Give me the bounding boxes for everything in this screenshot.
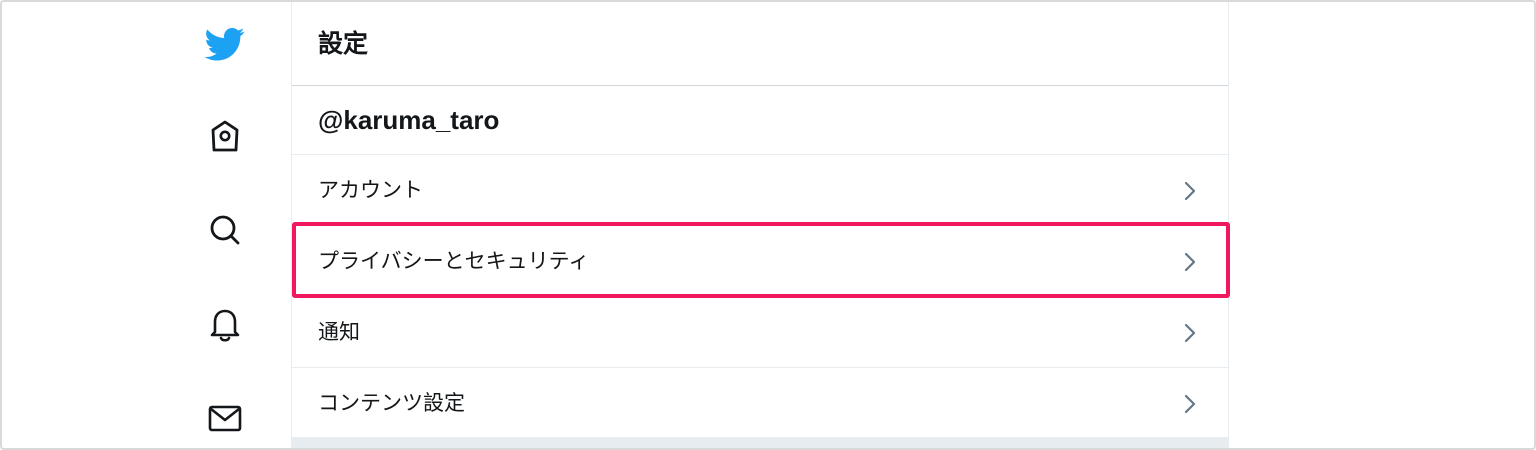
- panel-bottom-divider: [292, 437, 1228, 450]
- settings-item-label: プライバシーとセキュリティ: [318, 249, 590, 273]
- settings-item-account[interactable]: アカウント: [292, 155, 1228, 226]
- notifications-icon[interactable]: [180, 294, 270, 354]
- page-title: 設定: [318, 29, 369, 58]
- home-icon: [211, 120, 239, 152]
- settings-item-label: コンテンツ設定: [318, 391, 465, 415]
- settings-item-content[interactable]: コンテンツ設定: [292, 368, 1228, 439]
- home-icon[interactable]: [180, 106, 270, 166]
- settings-item-privacy-security[interactable]: プライバシーとセキュリティ: [292, 226, 1228, 297]
- chevron-right-icon: [1184, 252, 1196, 272]
- twitter-bird-icon: [204, 28, 245, 61]
- messages-icon[interactable]: [180, 388, 270, 448]
- bell-icon: [210, 309, 240, 342]
- settings-item-label: 通知: [318, 320, 360, 344]
- account-handle: @karuma_taro: [318, 105, 500, 135]
- account-header: @karuma_taro: [292, 86, 1228, 155]
- chevron-right-icon: [1184, 394, 1196, 414]
- settings-panel: 設定 @karuma_taro アカウント プライバシーとセキュリティ 通知 コ…: [291, 0, 1229, 450]
- search-icon[interactable]: [180, 200, 270, 260]
- chevron-right-icon: [1184, 323, 1196, 343]
- mail-icon: [208, 405, 242, 432]
- twitter-logo-icon[interactable]: [180, 14, 270, 74]
- chevron-right-icon: [1184, 181, 1196, 201]
- side-nav: [180, 0, 270, 450]
- search-icon: [210, 215, 240, 245]
- settings-item-notifications[interactable]: 通知: [292, 297, 1228, 368]
- settings-header: 設定: [292, 0, 1228, 86]
- settings-item-label: アカウント: [318, 178, 423, 202]
